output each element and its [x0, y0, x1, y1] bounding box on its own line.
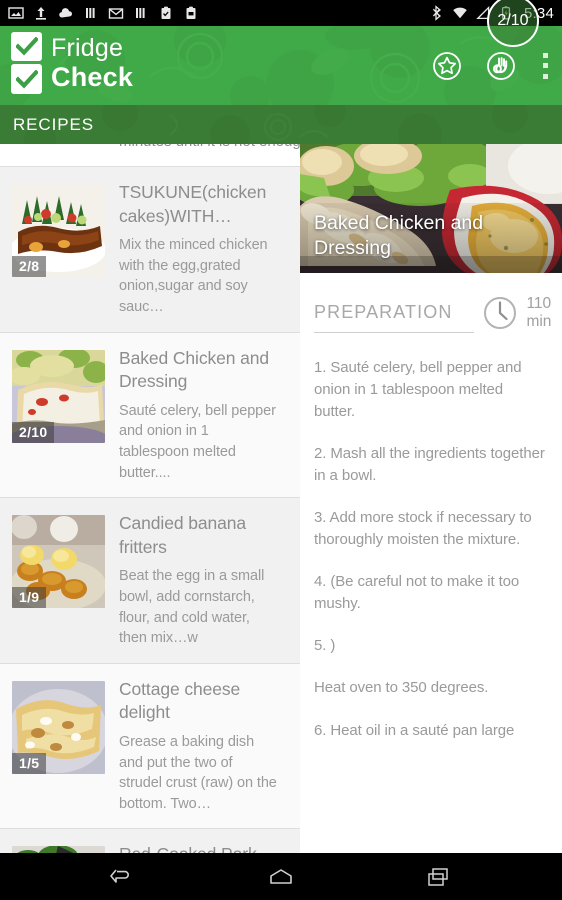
cloud-upload-icon: [59, 8, 73, 18]
preparation-step: 4. (Be careful not to make it too mushy.: [314, 573, 520, 613]
fridge-check-logo-icon: [11, 32, 42, 94]
fridge-door-top: [11, 32, 42, 61]
wifi-icon: [453, 7, 467, 19]
check-icon: [15, 37, 38, 56]
clipboard-check-icon: [161, 6, 171, 19]
star-outline-icon: [433, 51, 461, 80]
recipe-step-count: 2/8: [12, 256, 47, 277]
nav-back-button[interactable]: [103, 862, 143, 892]
preparation-step: 5. ): [314, 637, 336, 655]
ok-hand-icon: [487, 51, 515, 80]
nav-home-button[interactable]: [261, 862, 301, 892]
recipe-description: Sauté celery, bell pepper and onion in 1…: [119, 402, 276, 481]
preparation-label: PREPARATION: [314, 302, 475, 333]
recipe-text-block: Red-Cooked Pork with Eggs Heat the oil i…: [105, 843, 278, 853]
android-navigation-bar: [0, 853, 562, 900]
list-item[interactable]: Red-Cooked Pork with Eggs Heat the oil i…: [0, 828, 300, 853]
list-item-partial[interactable]: minutes until it is hot enough: [0, 144, 300, 166]
recipe-title: Red-Cooked Pork with Eggs: [119, 843, 278, 853]
recipe-list: minutes until it is hot enough: [0, 144, 300, 853]
upload-icon: [36, 7, 46, 20]
preparation-time: 110 min: [526, 295, 552, 330]
recipe-text-block: Baked Chicken and Dressing Sauté celery,…: [105, 347, 278, 484]
app-logo: Fridge Check: [11, 32, 133, 94]
recipe-hero: Baked Chicken and Dressing: [300, 144, 562, 273]
app-header-bar: Fridge Check: [0, 26, 562, 105]
recipe-text-block: Cottage cheese delight Grease a baking d…: [105, 678, 278, 815]
home-icon: [270, 868, 292, 884]
recipe-description: Grease a baking dish and put the two of …: [119, 733, 277, 812]
image-icon: [8, 7, 24, 19]
kebab-dot: [542, 52, 548, 58]
preparation-steps: 1. Sauté celery, bell pepper and onion i…: [300, 339, 562, 742]
brand-line-one: Fridge: [51, 33, 124, 62]
back-arrow-icon: [110, 868, 129, 883]
nav-recents-button[interactable]: [419, 862, 459, 892]
signal-bars-icon: [136, 8, 145, 18]
list-item[interactable]: 1/5 Cottage cheese delight Grease a baki…: [0, 662, 300, 829]
kebab-dot: [542, 63, 548, 68]
android-status-bar: 5:34: [0, 0, 562, 26]
section-title: RECIPES: [13, 115, 94, 134]
recipe-list-pane[interactable]: minutes until it is hot enough: [0, 144, 300, 853]
content-area: minutes until it is hot enough: [0, 144, 562, 853]
recipe-text-block: TSUKUNE(chicken cakes)WITH… Mix the minc…: [105, 181, 278, 318]
recipe-thumbnail: 1/9: [12, 515, 105, 609]
preparation-step: Heat oven to 350 degrees.: [314, 679, 489, 697]
recipe-detail-pane[interactable]: Baked Chicken and Dressing PREPARATION 1…: [300, 144, 562, 853]
list-item[interactable]: 2/10 Baked Chicken and Dressing Sauté ce…: [0, 331, 300, 498]
recipe-thumbnail: 2/10: [12, 349, 105, 443]
gmail-icon: [108, 8, 124, 19]
recipe-detail-title: Baked Chicken and Dressing: [300, 203, 562, 273]
signal-bars-icon: [86, 8, 95, 18]
check-icon: [15, 69, 38, 89]
clipboard-icon: [186, 6, 196, 19]
brand-line-two: Check: [51, 61, 134, 92]
list-item[interactable]: 2/8 TSUKUNE(chicken cakes)WITH… Mix the …: [0, 166, 300, 332]
preparation-step: 3. Add more stock if necessary to thorou…: [314, 509, 532, 549]
recipe-thumbnail: 2/8: [12, 184, 105, 277]
recipe-thumbnail: [12, 846, 105, 853]
partial-item-text: minutes until it is hot enough: [119, 144, 300, 150]
favorites-star-button[interactable]: [432, 51, 462, 81]
recipe-title: TSUKUNE(chicken cakes)WITH…: [119, 182, 267, 226]
recipe-description: Mix the minced chicken with the egg,grat…: [119, 237, 268, 315]
status-notification-icons: [8, 5, 429, 21]
recipe-title: Cottage cheese delight: [119, 678, 241, 723]
preparation-step: 2. Mash all the ingredients together in …: [314, 445, 545, 485]
ok-hand-button[interactable]: [486, 51, 516, 81]
fridge-door-bottom: [11, 64, 42, 94]
recipe-step-count: 1/5: [12, 752, 47, 774]
app-brand-name: Fridge Check: [51, 33, 134, 92]
recipe-thumbnail: 1/5: [12, 680, 105, 774]
preparation-step: 1. Sauté celery, bell pepper and onion i…: [314, 359, 522, 421]
bluetooth-icon: [432, 5, 442, 21]
app-screen: 5:34 Fridge Check RECIPES 2/10 2/8 TSUKU…: [0, 0, 562, 900]
recipe-text-block: Candied banana fritters Beat the egg in …: [105, 512, 278, 649]
clock-icon: [484, 297, 517, 329]
recipe-step-count: 1/9: [12, 587, 47, 609]
recipe-title: Baked Chicken and Dressing: [119, 347, 270, 392]
recipe-description: Beat the egg in a small bowl, add cornst…: [119, 568, 265, 647]
list-item[interactable]: 1/9 Candied banana fritters Beat the egg…: [0, 497, 300, 663]
recipes-section-bar: RECIPES: [0, 105, 562, 144]
recipe-step-count: 2/10: [12, 421, 55, 443]
overflow-menu-button[interactable]: [542, 52, 548, 79]
kebab-dot: [542, 73, 548, 79]
recents-icon: [428, 867, 448, 886]
recipe-title: Candied banana fritters: [119, 513, 247, 557]
preparation-header: PREPARATION 110 min: [300, 273, 562, 339]
red-cooked-pork-photo: [12, 846, 105, 853]
preparation-step: 6. Heat oil in a sauté pan large: [314, 721, 515, 739]
